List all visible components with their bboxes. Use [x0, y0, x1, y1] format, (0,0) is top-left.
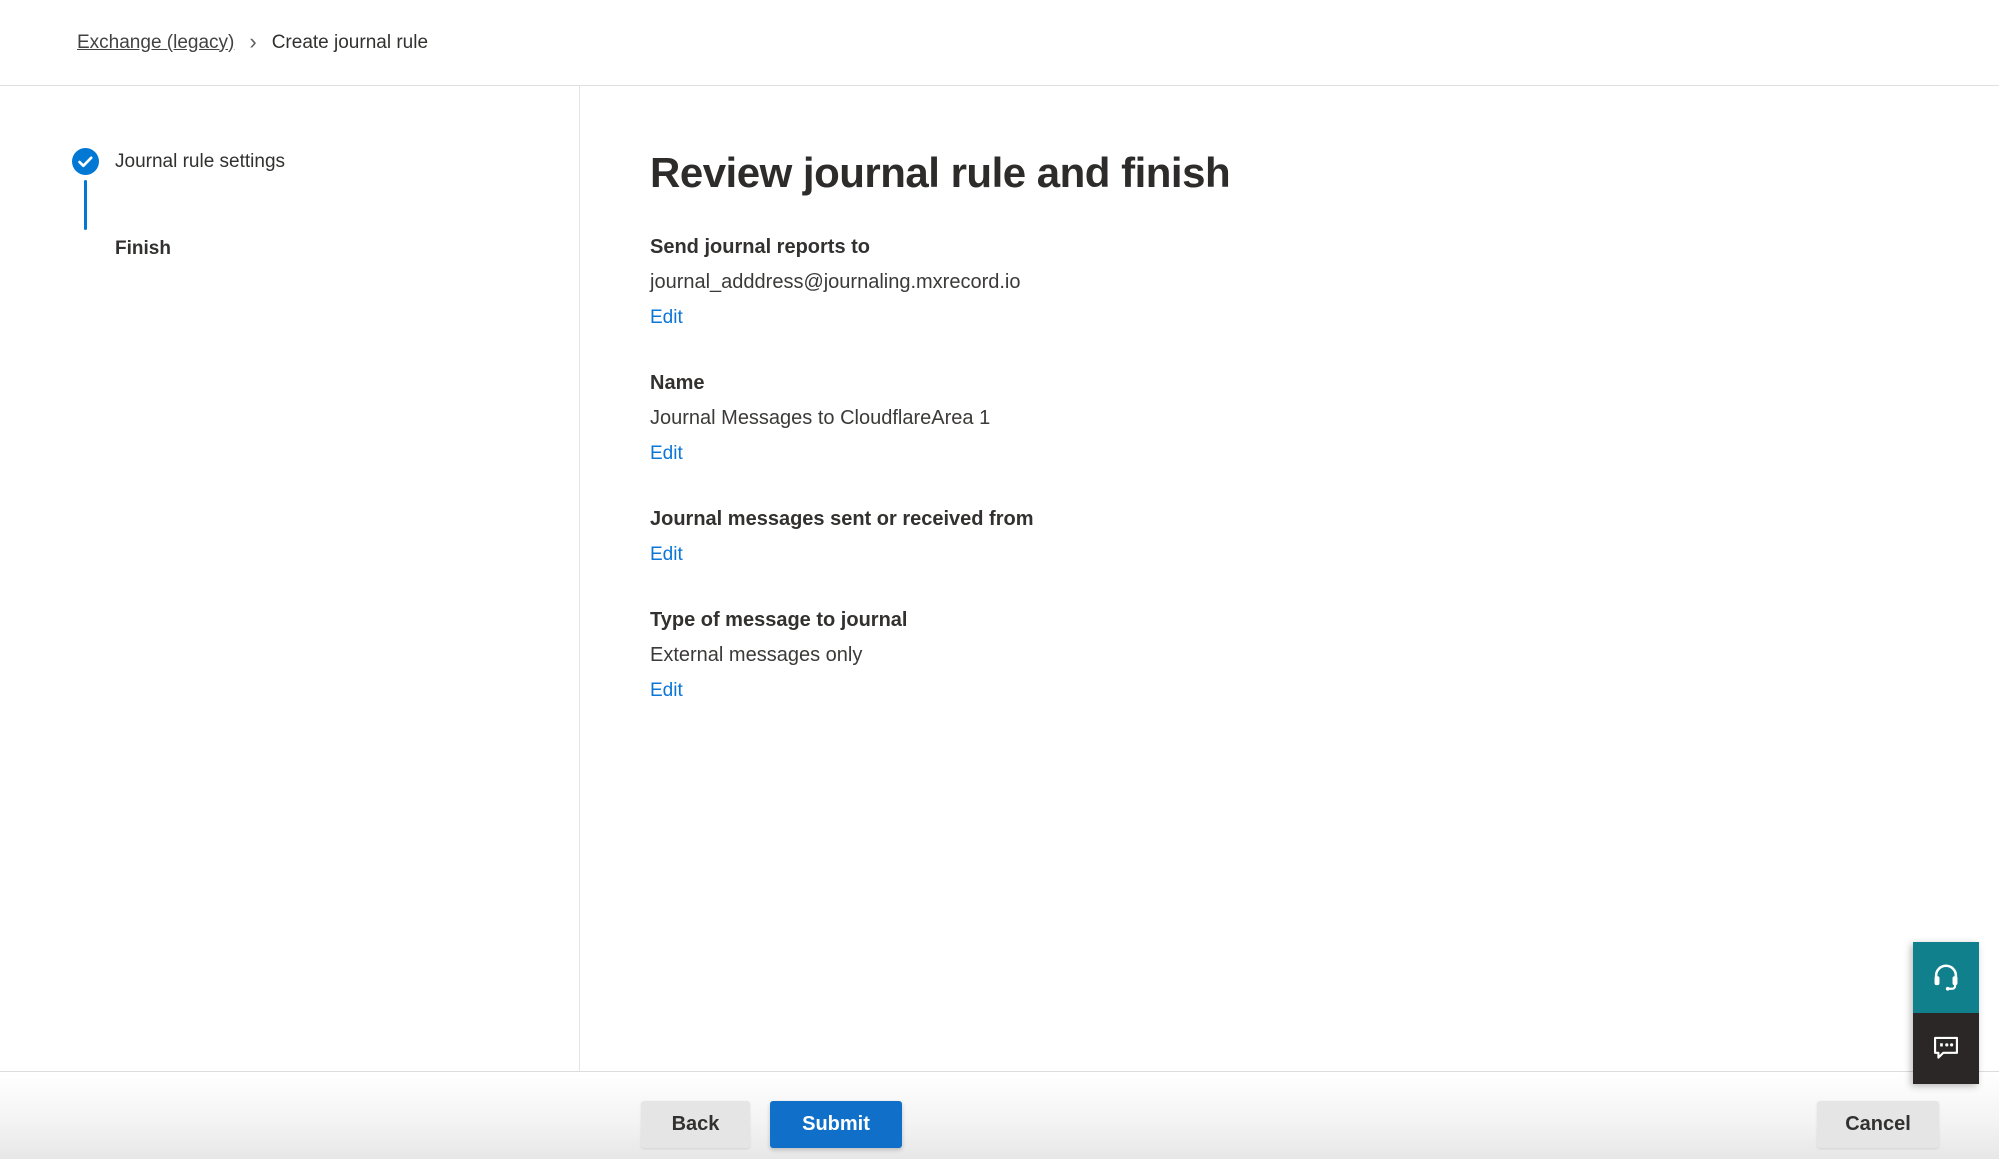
edit-link[interactable]: Edit [650, 673, 683, 708]
back-button[interactable]: Back [641, 1101, 750, 1148]
wizard-step-finish[interactable]: Finish [72, 235, 579, 262]
content-area: Journal rule settings Finish Review jour… [0, 86, 1999, 1071]
floating-side-buttons [1913, 942, 1979, 1084]
step-connector-line [84, 180, 87, 230]
chevron-right-icon: › [249, 31, 256, 53]
section-name: Name Journal Messages to CloudflareArea … [650, 366, 1999, 471]
step-label: Finish [115, 238, 171, 260]
step-label: Journal rule settings [115, 151, 285, 173]
edit-link[interactable]: Edit [650, 537, 683, 572]
cancel-button[interactable]: Cancel [1817, 1101, 1939, 1148]
section-label: Type of message to journal [650, 603, 1999, 638]
feedback-icon [1930, 1031, 1962, 1066]
step-current-dot-icon [72, 235, 99, 262]
review-pane: Review journal rule and finish Send jour… [580, 86, 1999, 1071]
section-journal-messages-sent-or-received: Journal messages sent or received from E… [650, 502, 1999, 572]
step-completed-check-icon [72, 148, 99, 175]
breadcrumb-current-page: Create journal rule [272, 32, 428, 54]
review-sections: Send journal reports to journal_adddress… [650, 230, 1999, 708]
submit-button[interactable]: Submit [770, 1101, 902, 1148]
footer-action-bar: Back Submit Cancel [0, 1071, 1999, 1159]
edit-link[interactable]: Edit [650, 436, 683, 471]
page-title: Review journal rule and finish [650, 148, 1999, 198]
section-value: External messages only [650, 638, 1999, 673]
section-value: journal_adddress@journaling.mxrecord.io [650, 265, 1999, 300]
breadcrumb-link-exchange-legacy[interactable]: Exchange (legacy) [77, 32, 234, 54]
section-label: Journal messages sent or received from [650, 502, 1999, 537]
breadcrumb: Exchange (legacy) › Create journal rule [77, 32, 428, 54]
wizard-step-journal-rule-settings[interactable]: Journal rule settings [72, 148, 579, 175]
section-label: Send journal reports to [650, 230, 1999, 265]
section-value: Journal Messages to CloudflareArea 1 [650, 401, 1999, 436]
edit-link[interactable]: Edit [650, 300, 683, 335]
footer-primary-actions: Back Submit [641, 1101, 902, 1148]
support-button[interactable] [1913, 942, 1979, 1013]
feedback-button[interactable] [1913, 1013, 1979, 1084]
top-header: Exchange (legacy) › Create journal rule [0, 0, 1999, 86]
section-type-of-message: Type of message to journal External mess… [650, 603, 1999, 708]
wizard-steps-panel: Journal rule settings Finish [0, 86, 580, 1071]
section-label: Name [650, 366, 1999, 401]
headset-icon [1930, 960, 1962, 995]
section-send-journal-reports-to: Send journal reports to journal_adddress… [650, 230, 1999, 335]
